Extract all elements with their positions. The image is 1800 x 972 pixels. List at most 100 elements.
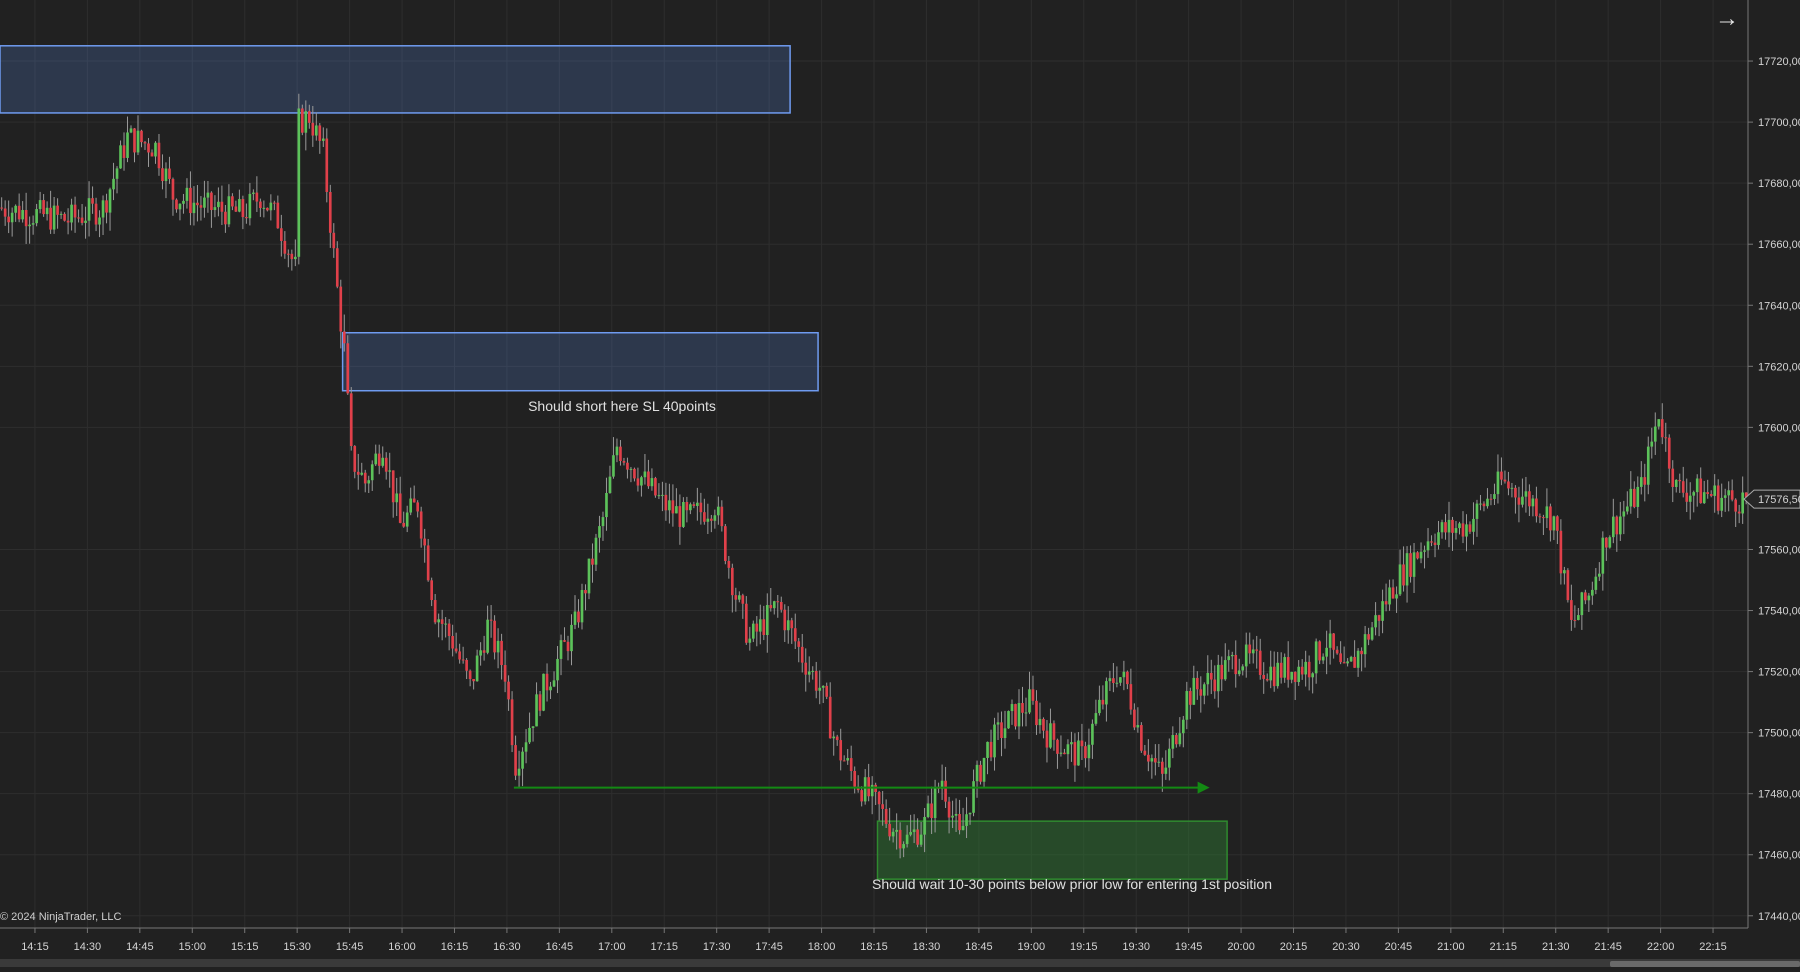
candle-body bbox=[42, 200, 45, 215]
candle-body bbox=[276, 202, 280, 229]
candle-body bbox=[311, 122, 315, 136]
candle-body bbox=[1136, 725, 1140, 728]
candle-body bbox=[489, 619, 493, 621]
candle-body bbox=[10, 212, 14, 223]
candle-body bbox=[814, 670, 818, 691]
candle-body bbox=[1395, 594, 1398, 599]
candle-body bbox=[888, 823, 891, 837]
candle-body bbox=[1070, 742, 1073, 745]
candle-body bbox=[335, 248, 339, 287]
candle-body bbox=[968, 812, 972, 815]
candle-body bbox=[133, 128, 136, 153]
x-tick-label: 14:30 bbox=[74, 941, 102, 953]
candle-body bbox=[1098, 699, 1101, 714]
y-tick-label: 17440,00 bbox=[1758, 911, 1800, 923]
candle-body bbox=[1475, 503, 1479, 519]
candle-body bbox=[458, 651, 461, 660]
candle-body bbox=[961, 825, 965, 831]
candle-body bbox=[1286, 657, 1290, 680]
candle-body bbox=[87, 198, 91, 221]
candle-body bbox=[1335, 649, 1339, 654]
candle-body bbox=[1276, 662, 1280, 687]
candle-body bbox=[1545, 506, 1549, 519]
y-tick-label: 17720,00 bbox=[1758, 56, 1800, 68]
candle-body bbox=[1594, 576, 1598, 590]
candle-body bbox=[1272, 666, 1276, 687]
y-tick-label: 17680,00 bbox=[1758, 178, 1800, 190]
candle-body bbox=[1699, 478, 1703, 504]
candle-body bbox=[1035, 700, 1038, 726]
candle-body bbox=[958, 813, 961, 831]
candle-body bbox=[1244, 644, 1248, 667]
price-chart[interactable]: Should short here SL 40points Should wait… bbox=[0, 0, 1800, 967]
candle-body bbox=[210, 192, 213, 211]
candle-body bbox=[1458, 523, 1461, 529]
candle-body bbox=[521, 751, 524, 769]
candle-body bbox=[895, 829, 898, 832]
x-tick-label: 14:45 bbox=[126, 941, 154, 953]
candle-body bbox=[668, 500, 671, 511]
candle-body bbox=[304, 111, 308, 133]
candle-body bbox=[1010, 704, 1014, 712]
chart-canvas[interactable]: Should short here SL 40points Should wait… bbox=[0, 0, 1800, 967]
candle-body bbox=[1622, 511, 1626, 517]
candle-body bbox=[56, 205, 59, 215]
candle-body bbox=[720, 506, 724, 527]
candle-body bbox=[1220, 664, 1224, 680]
candle-body bbox=[797, 641, 801, 647]
candle-body bbox=[612, 455, 615, 477]
x-tick-label: 16:00 bbox=[388, 941, 416, 953]
y-tick-label: 17480,00 bbox=[1758, 789, 1800, 801]
candle-body bbox=[528, 727, 531, 743]
x-tick-label: 17:30 bbox=[703, 941, 731, 953]
candle-body bbox=[1650, 441, 1654, 447]
candle-body bbox=[993, 724, 996, 758]
candle-body bbox=[1007, 711, 1010, 729]
candle-body bbox=[1021, 703, 1024, 713]
candle-body bbox=[947, 801, 951, 818]
candle-body bbox=[486, 619, 489, 653]
candle-body bbox=[1325, 647, 1328, 657]
candle-body bbox=[1391, 587, 1395, 599]
candle-body bbox=[849, 758, 853, 771]
candle-body bbox=[426, 545, 430, 581]
arrow-right-icon[interactable]: → bbox=[1712, 4, 1742, 34]
candle-body bbox=[1052, 723, 1056, 740]
candle-body bbox=[1202, 684, 1206, 696]
x-tick-label: 21:00 bbox=[1437, 941, 1465, 953]
candle-body bbox=[238, 199, 241, 212]
candle-body bbox=[552, 680, 556, 687]
candle-body bbox=[1723, 495, 1727, 498]
candle-body bbox=[280, 228, 283, 241]
candle-body bbox=[566, 641, 570, 652]
candle-body bbox=[1741, 492, 1744, 514]
candle-body bbox=[70, 204, 73, 223]
candle-body bbox=[1601, 537, 1605, 574]
y-tick-label: 17560,00 bbox=[1758, 544, 1800, 556]
candle-body bbox=[1720, 497, 1724, 511]
candle-body bbox=[1430, 541, 1433, 543]
candle-body bbox=[1398, 564, 1402, 595]
candle-body bbox=[1706, 492, 1710, 494]
candle-body bbox=[514, 745, 517, 776]
candle-body bbox=[1486, 498, 1489, 507]
candle-body bbox=[1500, 471, 1503, 480]
x-tick-label: 18:30 bbox=[913, 941, 941, 953]
candle-body bbox=[126, 132, 129, 158]
scrollbar-thumb[interactable] bbox=[1610, 961, 1800, 967]
candle-body bbox=[825, 685, 829, 697]
candle-body bbox=[979, 764, 982, 782]
candle-body bbox=[724, 526, 727, 561]
horizontal-scrollbar[interactable] bbox=[0, 959, 1800, 967]
candle-body bbox=[269, 202, 273, 211]
candle-body bbox=[171, 178, 175, 200]
candle-body bbox=[1181, 719, 1185, 734]
candle-body bbox=[1556, 516, 1559, 531]
candle-body bbox=[1161, 761, 1164, 774]
candle-body bbox=[1426, 541, 1430, 551]
candle-body bbox=[909, 832, 912, 835]
candle-body bbox=[203, 197, 206, 208]
x-tick-label: 17:45 bbox=[755, 941, 783, 953]
candle-body bbox=[1115, 682, 1119, 684]
candle-body bbox=[1185, 691, 1189, 720]
